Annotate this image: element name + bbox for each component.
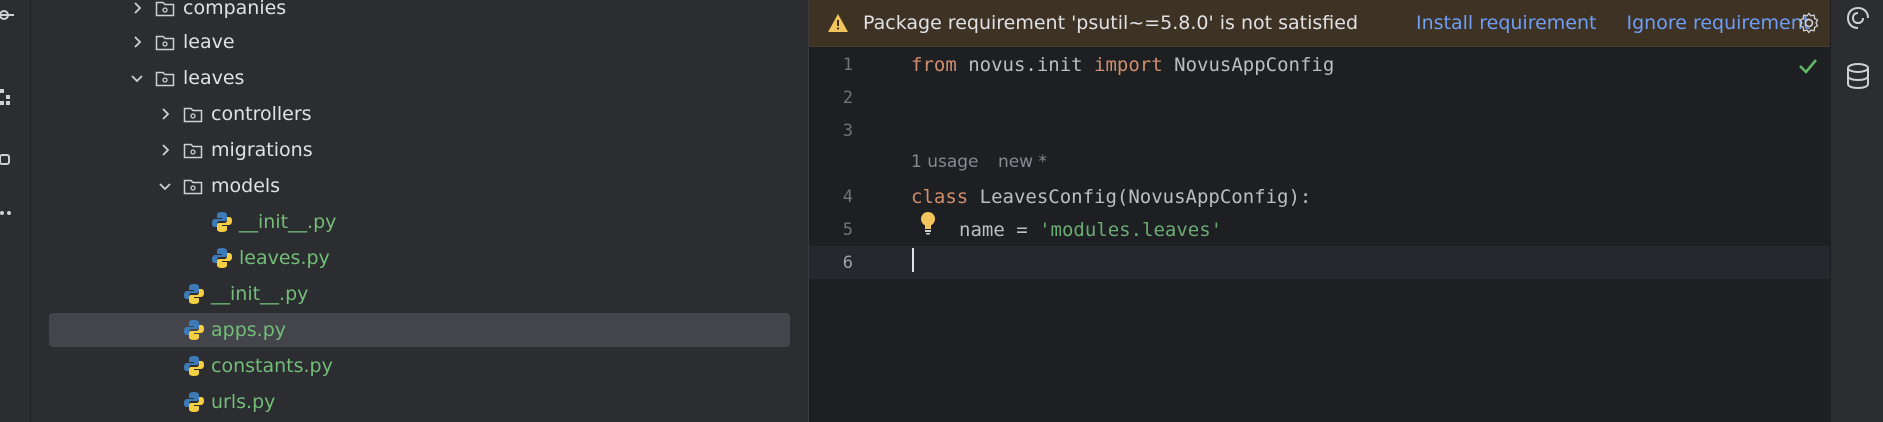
check-icon[interactable] [1796, 54, 1820, 78]
install-requirement-link[interactable]: Install requirement [1416, 12, 1596, 34]
tree-item-constants-py[interactable]: constants.py [49, 349, 790, 383]
text-caret [912, 248, 914, 272]
tree-item-apps-py[interactable]: apps.py [49, 313, 790, 347]
module-name: novus.init [956, 53, 1095, 76]
requirement-banner: Package requirement 'psutil~=5.8.0' is n… [809, 0, 1830, 47]
line-number: 5 [842, 219, 853, 240]
services-icon[interactable] [0, 149, 14, 171]
usage-count[interactable]: 1 usage [911, 152, 979, 172]
tree-item-label: companies [183, 0, 287, 19]
chevron-right-icon[interactable] [157, 142, 173, 158]
tree-item-label: models [211, 175, 281, 197]
line-number: 2 [842, 87, 853, 108]
ai-assistant-icon[interactable] [1844, 4, 1872, 32]
tree-item-label: controllers [211, 103, 312, 125]
database-icon[interactable] [1844, 62, 1872, 90]
commit-icon[interactable] [0, 4, 14, 26]
tree-item-urls-py[interactable]: urls.py [49, 385, 790, 419]
code-line-1[interactable]: 1 from novus.init import NovusAppConfig [809, 48, 1830, 81]
python-file-icon [183, 319, 205, 341]
keyword-import: import [1094, 53, 1163, 76]
code-line-3[interactable]: 3 [809, 114, 1830, 147]
chevron-right-icon[interactable] [129, 0, 145, 16]
tree-item-companies[interactable]: companies [49, 0, 790, 25]
string-literal: 'modules.leaves' [1039, 218, 1223, 241]
structure-icon[interactable] [0, 86, 14, 108]
tree-item-leave[interactable]: leave [49, 25, 790, 59]
left-tool-strip [0, 0, 31, 422]
keyword-class: class [911, 185, 969, 208]
python-file-icon [211, 211, 233, 233]
code-text: name = 'modules.leaves' [959, 219, 1222, 241]
ignore-requirement-link[interactable]: Ignore requirement [1627, 12, 1811, 34]
code-editor[interactable]: Package requirement 'psutil~=5.8.0' is n… [808, 0, 1830, 422]
chevron-down-icon[interactable] [157, 178, 173, 194]
python-file-icon [183, 391, 205, 413]
code-line-6[interactable]: 6 [809, 246, 1830, 279]
tree-item-label: leave [183, 31, 235, 53]
inlay-hint[interactable]: 1 usage new * [911, 152, 1061, 172]
python-file-icon [183, 283, 205, 305]
tree-item-leaves[interactable]: leaves [49, 61, 790, 95]
tree-item-models[interactable]: models [49, 169, 790, 203]
right-tool-strip [1830, 0, 1883, 422]
attribute-name: name = [959, 218, 1040, 241]
code-line-5[interactable]: 5 name = 'modules.leaves' [809, 213, 1830, 246]
line-number: 1 [842, 54, 853, 75]
author-hint[interactable]: new * [998, 152, 1047, 172]
folder-icon [155, 0, 175, 17]
folder-icon [183, 178, 203, 195]
class-declaration: LeavesConfig(NovusAppConfig): [968, 185, 1312, 208]
gear-icon[interactable] [1798, 12, 1820, 34]
line-number: 3 [842, 120, 853, 141]
folder-icon [183, 142, 203, 159]
banner-message: Package requirement 'psutil~=5.8.0' is n… [863, 12, 1359, 34]
tree-item-migrations[interactable]: migrations [49, 133, 790, 167]
chevron-down-icon[interactable] [129, 70, 145, 86]
python-file-icon [183, 355, 205, 377]
tree-item-controllers[interactable]: controllers [49, 97, 790, 131]
code-line-4[interactable]: 4 class LeavesConfig(NovusAppConfig): [809, 180, 1830, 213]
tree-item-label: __init__.py [239, 211, 337, 233]
folder-icon [155, 70, 175, 87]
tree-item-label: constants.py [211, 355, 333, 377]
tree-item-leaves-init-py[interactable]: __init__.py [49, 277, 790, 311]
code-line-2[interactable]: 2 [809, 81, 1830, 114]
code-text: class LeavesConfig(NovusAppConfig): [911, 186, 1311, 208]
line-number: 6 [842, 252, 853, 273]
keyword-from: from [911, 53, 957, 76]
tree-item-label: migrations [211, 139, 313, 161]
more-icon[interactable] [0, 202, 14, 224]
tree-item-leaves-py[interactable]: leaves.py [49, 241, 790, 275]
folder-icon [183, 106, 203, 123]
code-text: from novus.init import NovusAppConfig [911, 54, 1334, 76]
chevron-right-icon[interactable] [129, 34, 145, 50]
folder-icon [155, 34, 175, 51]
tree-item-label: __init__.py [211, 283, 309, 305]
project-tree: companies leave leaves controllers migra… [31, 0, 808, 422]
import-name: NovusAppConfig [1162, 53, 1335, 76]
line-number: 4 [842, 186, 853, 207]
tree-item-label: leaves.py [239, 247, 330, 269]
tree-item-models-init-py[interactable]: __init__.py [49, 205, 790, 239]
python-file-icon [211, 247, 233, 269]
tree-item-label: apps.py [211, 319, 287, 341]
warning-icon [827, 12, 849, 34]
tree-item-label: leaves [183, 67, 245, 89]
tree-item-label: urls.py [211, 391, 276, 413]
lightbulb-icon[interactable] [919, 211, 937, 235]
chevron-right-icon[interactable] [157, 106, 173, 122]
